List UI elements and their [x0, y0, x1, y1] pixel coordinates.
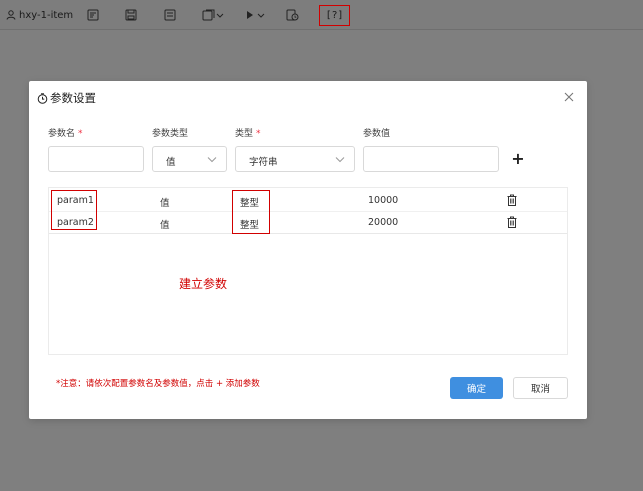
chevron-down-icon — [335, 157, 345, 163]
trash-icon[interactable] — [507, 194, 517, 206]
cell-value: 10000 — [368, 195, 399, 206]
cancel-button[interactable]: 取消 — [513, 377, 568, 399]
param-table: param1 值 整型 10000 param2 值 整型 20000 — [48, 187, 568, 355]
label-param-type: 参数类型 — [152, 129, 189, 139]
cell-param-type: 值 — [160, 220, 170, 231]
data-type-selected: 字符串 — [249, 157, 278, 168]
item-title-label: hxy-1-item — [19, 9, 74, 21]
label-param-value: 参数值 — [363, 129, 391, 139]
table-row[interactable]: param2 值 整型 20000 — [49, 212, 567, 234]
dialog-title-text: 参数设置 — [50, 91, 96, 105]
param-settings-dialog: 参数设置 参数名 * 参数类型 类型 * 参数值 值 字符串 + param1 值 … — [29, 81, 587, 419]
required-mark: * — [78, 129, 83, 139]
trash-icon[interactable] — [507, 216, 517, 228]
dialog-title: 参数设置 — [37, 90, 96, 106]
param-settings-button[interactable]: [?] — [319, 5, 350, 26]
param-value-input[interactable] — [363, 146, 499, 172]
doc-edit-icon — [87, 9, 99, 21]
param-type-select[interactable]: 值 — [152, 146, 227, 172]
run-dropdown-icon — [247, 11, 265, 19]
highlight-name-column — [51, 190, 97, 230]
highlight-type-column — [232, 190, 270, 234]
doc-edit-button[interactable] — [87, 0, 99, 30]
param-type-selected: 值 — [166, 157, 176, 168]
save-as-icon — [164, 9, 176, 21]
schedule-button[interactable] — [286, 0, 299, 30]
save-as-button[interactable] — [164, 0, 176, 30]
save-button[interactable] — [125, 0, 137, 30]
param-icon: [?] — [325, 10, 344, 21]
param-name-input[interactable] — [48, 146, 144, 172]
chevron-down-icon — [207, 157, 217, 163]
confirm-button[interactable]: 确定 — [450, 377, 503, 399]
run-dropdown[interactable] — [245, 0, 265, 30]
add-param-button[interactable]: + — [510, 149, 526, 168]
toolbar: hxy-1-item [?] — [0, 0, 643, 30]
user-icon — [6, 10, 16, 20]
cell-value: 20000 — [368, 217, 399, 228]
label-data-type: 类型 * — [235, 129, 261, 139]
clock-icon — [37, 92, 48, 104]
schedule-icon — [286, 9, 299, 21]
required-mark: * — [256, 129, 261, 139]
export-dropdown[interactable] — [202, 0, 224, 30]
data-type-select[interactable]: 字符串 — [235, 146, 355, 172]
label-param-name: 参数名 * — [48, 129, 83, 139]
table-row[interactable]: param1 值 整型 10000 — [49, 190, 567, 212]
save-icon — [125, 9, 137, 21]
dialog-header: 参数设置 — [29, 81, 587, 115]
item-title: hxy-1-item — [6, 0, 73, 30]
export-dropdown-icon — [202, 9, 224, 21]
hint-note: *注意：请依次配置参数名及参数值，点击 + 添加参数 — [56, 379, 260, 389]
cell-param-type: 值 — [160, 198, 170, 209]
annotation-text: 建立参数 — [179, 277, 228, 291]
close-icon[interactable] — [563, 91, 575, 103]
